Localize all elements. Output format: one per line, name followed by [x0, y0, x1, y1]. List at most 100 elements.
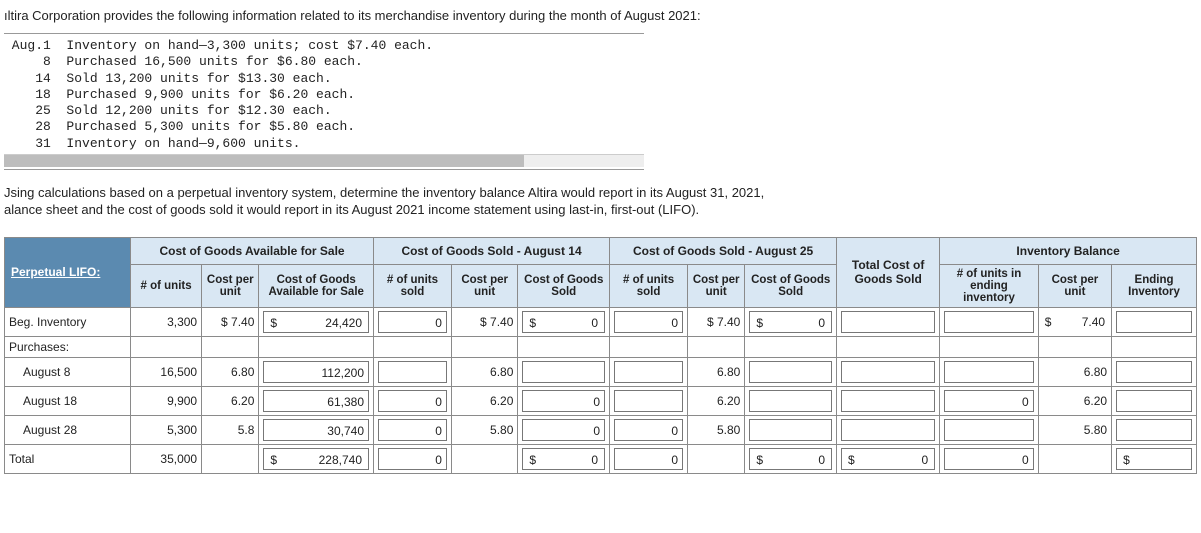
- cell-avail-total[interactable]: 30,740: [259, 415, 374, 444]
- cell-cpu: 6.20: [202, 386, 259, 415]
- instructions: Jsing calculations based on a perpetual …: [4, 184, 1197, 219]
- value: 0: [772, 312, 827, 334]
- cell-inv-total[interactable]: [1112, 386, 1197, 415]
- row-label: August 8: [5, 357, 131, 386]
- cell-inv-cpu: 5.80: [1038, 415, 1111, 444]
- currency-symbol: $: [527, 312, 543, 334]
- cell-c14-units[interactable]: 0: [374, 415, 452, 444]
- cell-units: 16,500: [131, 357, 202, 386]
- h-inv-total: Ending Inventory: [1112, 264, 1197, 307]
- currency-symbol: $: [527, 449, 543, 471]
- cell-c14-cpu: 5.80: [451, 415, 517, 444]
- cell-c25-total[interactable]: $0: [745, 444, 837, 473]
- group-inventory-balance: Inventory Balance: [940, 237, 1197, 264]
- value: 0: [545, 449, 600, 471]
- h-c14-units: # of units sold: [374, 264, 452, 307]
- cell-inv-units[interactable]: [940, 307, 1039, 336]
- cell-c14-cpu: 6.80: [451, 357, 517, 386]
- group-cogs-aug25: Cost of Goods Sold - August 25: [610, 237, 837, 264]
- row-beg-inventory: Beg. Inventory 3,300 $ 7.40 $24,420 0 $ …: [5, 307, 1197, 336]
- cell-c25-total[interactable]: [745, 386, 837, 415]
- cell-inv-units[interactable]: 0: [940, 386, 1039, 415]
- corner-header: Perpetual LIFO:: [5, 237, 131, 307]
- cell-units: 3,300: [131, 307, 202, 336]
- cell-tcogs[interactable]: $0: [837, 444, 940, 473]
- cell-inv-units[interactable]: 0: [940, 444, 1039, 473]
- horizontal-scrollbar[interactable]: [4, 154, 644, 167]
- h-inv-units: # of units in ending inventory: [940, 264, 1039, 307]
- h-avail-total: Cost of Goods Available for Sale: [259, 264, 374, 307]
- scrollbar-thumb[interactable]: [4, 155, 524, 167]
- cell-c25-units[interactable]: 0: [610, 415, 688, 444]
- cell-c25-total[interactable]: [745, 357, 837, 386]
- cell-avail-total[interactable]: $24,420: [259, 307, 374, 336]
- cell-c14-total[interactable]: 0: [518, 386, 610, 415]
- cell-c14-total[interactable]: $0: [518, 444, 610, 473]
- cell-tcogs[interactable]: [837, 415, 940, 444]
- cell-tcogs[interactable]: [837, 357, 940, 386]
- cell-c14-units[interactable]: 0: [374, 444, 452, 473]
- currency-symbol: $: [754, 312, 770, 334]
- cell-inv-units[interactable]: [940, 357, 1039, 386]
- cell-c14-units[interactable]: 0: [374, 307, 452, 336]
- h-c14-total: Cost of Goods Sold: [518, 264, 610, 307]
- cell-c14-cpu: $ 7.40: [451, 307, 517, 336]
- cell-c14-units[interactable]: [374, 357, 452, 386]
- row-purchases-label: Purchases:: [5, 336, 1197, 357]
- value: 7.40: [1061, 315, 1107, 329]
- cell-inv-total[interactable]: [1112, 415, 1197, 444]
- row-aug-28: August 28 5,300 5.8 30,740 0 5.80 0 0 5.…: [5, 415, 1197, 444]
- h-c14-cpu: Cost per unit: [451, 264, 517, 307]
- cell-tcogs[interactable]: [837, 386, 940, 415]
- cell-c25-units[interactable]: [610, 386, 688, 415]
- currency-symbol: $: [268, 449, 284, 471]
- cell-avail-total[interactable]: $228,740: [259, 444, 374, 473]
- lifo-table: Perpetual LIFO: Cost of Goods Available …: [4, 237, 1197, 474]
- cell-units: 5,300: [131, 415, 202, 444]
- cell-tcogs[interactable]: [837, 307, 940, 336]
- cell-c25-units[interactable]: 0: [610, 307, 688, 336]
- cell-inv-total[interactable]: [1112, 357, 1197, 386]
- cell-inv-cpu: $7.40: [1038, 307, 1111, 336]
- cell-c25-units[interactable]: 0: [610, 444, 688, 473]
- instructions-line2: alance sheet and the cost of goods sold …: [4, 202, 699, 217]
- group-total-cogs: Total Cost of Goods Sold: [837, 237, 940, 307]
- h-avail-units: # of units: [131, 264, 202, 307]
- cell-c14-units[interactable]: 0: [374, 386, 452, 415]
- cell-c25-cpu: 6.20: [688, 386, 745, 415]
- cell-units: 9,900: [131, 386, 202, 415]
- cell-inv-units[interactable]: [940, 415, 1039, 444]
- instructions-line1: Jsing calculations based on a perpetual …: [4, 185, 764, 200]
- cell-cpu: $ 7.40: [202, 307, 259, 336]
- row-label: August 28: [5, 415, 131, 444]
- value: 0: [864, 449, 930, 471]
- cell-c25-total[interactable]: $0: [745, 307, 837, 336]
- row-aug-18: August 18 9,900 6.20 61,380 0 6.20 0 6.2…: [5, 386, 1197, 415]
- cell-c14-total[interactable]: 0: [518, 415, 610, 444]
- row-label: August 18: [5, 386, 131, 415]
- cell-cpu: 6.80: [202, 357, 259, 386]
- row-label: Total: [5, 444, 131, 473]
- h-avail-cpu: Cost per unit: [202, 264, 259, 307]
- cell-avail-total[interactable]: 112,200: [259, 357, 374, 386]
- cell-avail-total[interactable]: 61,380: [259, 386, 374, 415]
- h-c25-units: # of units sold: [610, 264, 688, 307]
- h-c25-total: Cost of Goods Sold: [745, 264, 837, 307]
- value: 24,420: [286, 312, 364, 334]
- cell-c25-units[interactable]: [610, 357, 688, 386]
- cell-units: 35,000: [131, 444, 202, 473]
- value: 0: [772, 449, 827, 471]
- currency-symbol: $: [1121, 449, 1137, 471]
- problem-intro: ıltira Corporation provides the followin…: [4, 8, 1197, 23]
- cell-inv-total[interactable]: [1112, 307, 1197, 336]
- h-inv-cpu: Cost per unit: [1038, 264, 1111, 307]
- h-c25-cpu: Cost per unit: [688, 264, 745, 307]
- group-available: Cost of Goods Available for Sale: [131, 237, 374, 264]
- cell-cpu: 5.8: [202, 415, 259, 444]
- cell-c25-total[interactable]: [745, 415, 837, 444]
- cell-c14-total[interactable]: [518, 357, 610, 386]
- cell-inv-total[interactable]: $: [1112, 444, 1197, 473]
- cell-c14-total[interactable]: $0: [518, 307, 610, 336]
- cell-c14-cpu: 6.20: [451, 386, 517, 415]
- row-aug-8: August 8 16,500 6.80 112,200 6.80 6.80 6…: [5, 357, 1197, 386]
